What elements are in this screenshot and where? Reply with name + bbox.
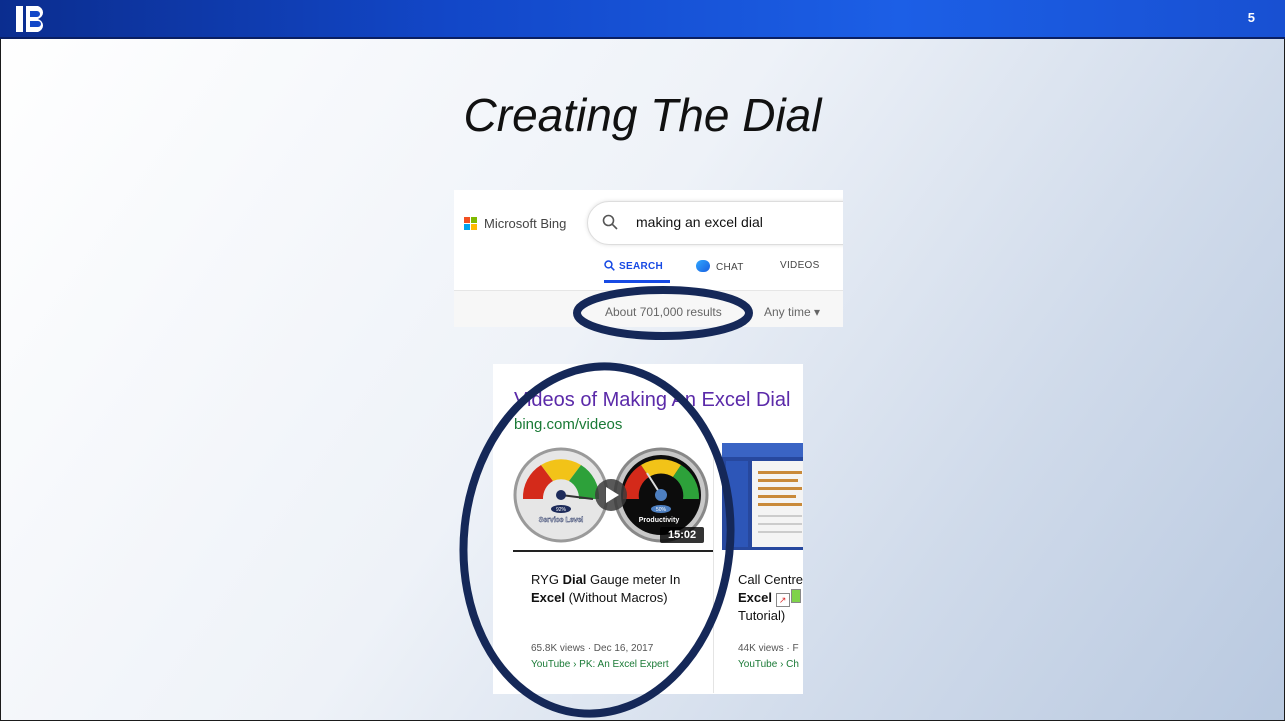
annotation-overlay — [459, 286, 753, 718]
results-highlight-ellipse — [573, 286, 753, 340]
video-highlight-ellipse — [459, 362, 735, 718]
